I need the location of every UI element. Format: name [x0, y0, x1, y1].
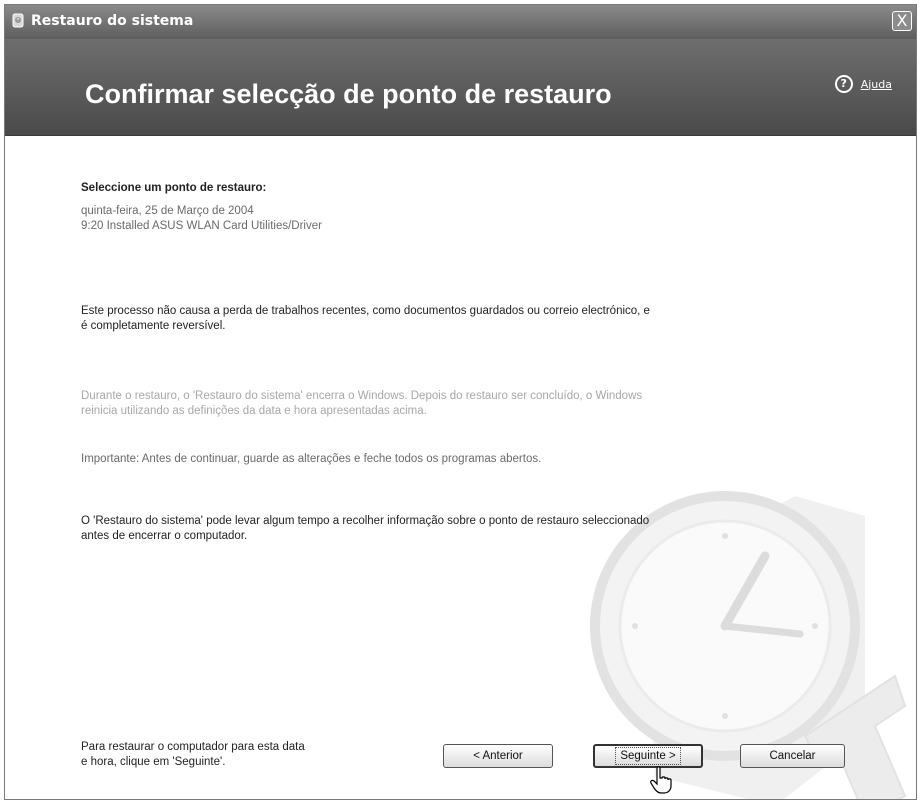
wizard-header: Confirmar selecção de ponto de restauro …	[5, 39, 916, 136]
system-restore-window: Restauro do sistema X Confirmar selecção…	[4, 4, 917, 800]
info-paragraph: Este processo não causa a perda de traba…	[81, 304, 731, 334]
close-icon: X	[896, 11, 908, 30]
time-notice-paragraph: O 'Restauro do sistema' pode levar algum…	[81, 514, 731, 544]
page-title: Confirmar selecção de ponto de restauro	[85, 79, 612, 109]
next-button[interactable]: Seguinte >	[593, 744, 703, 768]
system-restore-app-icon	[12, 13, 24, 28]
time-line-2: antes de encerrar o computador.	[81, 530, 248, 542]
back-button[interactable]: < Anterior	[443, 744, 553, 768]
wizard-content: Seleccione um ponto de restauro: quinta-…	[5, 136, 916, 799]
select-restore-point-label: Seleccione um ponto de restauro:	[81, 182, 267, 194]
help-icon[interactable]: ?	[834, 75, 853, 93]
hand-cursor-icon	[650, 766, 672, 794]
during-line-1: Durante o restauro, o 'Restauro do siste…	[81, 390, 643, 402]
footer-instruction: Para restaurar o computador para esta da…	[81, 740, 361, 770]
footer-instruction-line-2: e hora, clique em 'Seguinte'.	[81, 756, 226, 768]
help-link[interactable]: Ajuda	[861, 78, 892, 91]
cancel-button[interactable]: Cancelar	[740, 744, 845, 768]
restore-point-date: quinta-feira, 25 de Março de 2004	[81, 205, 254, 217]
close-button[interactable]: X	[892, 11, 912, 31]
time-line-1: O 'Restauro do sistema' pode levar algum…	[81, 515, 650, 527]
window-title: Restauro do sistema	[31, 13, 194, 29]
restore-point-details: quinta-feira, 25 de Março de 2004 9:20 I…	[81, 204, 731, 234]
footer-instruction-line-1: Para restaurar o computador para esta da…	[81, 741, 305, 753]
info-line-1: Este processo não causa a perda de traba…	[81, 305, 650, 317]
next-button-label: Seguinte >	[615, 747, 681, 765]
during-restore-paragraph: Durante o restauro, o 'Restauro do siste…	[81, 389, 731, 419]
important-notice: Importante: Antes de continuar, guarde a…	[81, 453, 542, 465]
restore-point-description: 9:20 Installed ASUS WLAN Card Utilities/…	[81, 220, 322, 232]
during-line-2: reinicia utilizando as definições da dat…	[81, 405, 427, 417]
info-line-2: é completamente reversível.	[81, 320, 226, 332]
help-link-group[interactable]: ? Ajuda	[834, 75, 892, 93]
title-bar[interactable]: Restauro do sistema X	[5, 5, 916, 39]
